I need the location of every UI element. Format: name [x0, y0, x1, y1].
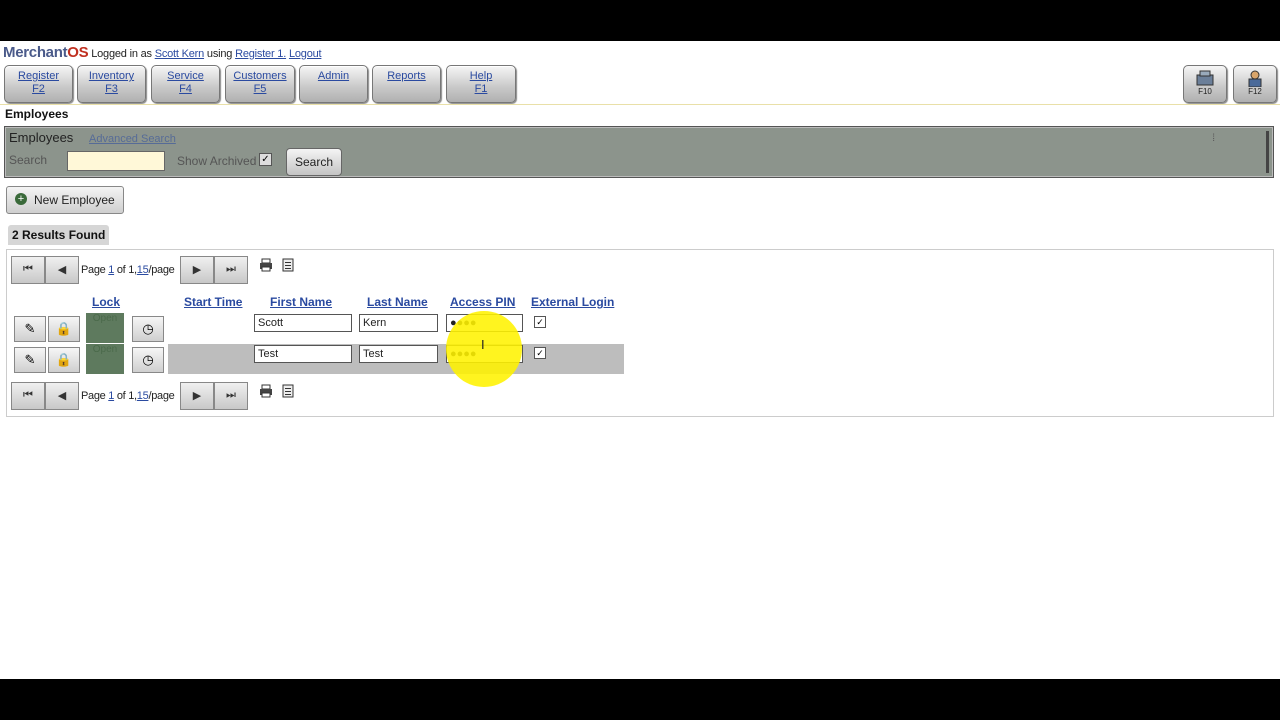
nav-admin-button[interactable]: Admin [299, 65, 368, 103]
print-icon[interactable] [259, 258, 273, 272]
prev-page-icon: ◀ [57, 264, 67, 276]
logged-in-label: Logged in as [91, 48, 152, 60]
first-page-icon: ⏮ [23, 263, 33, 275]
last-name-field[interactable]: Test [359, 345, 438, 363]
filter-panel: Employees Advanced Search Search Show Ar… [4, 126, 1274, 178]
archived-checkbox[interactable]: ✓ [259, 153, 272, 166]
edit-button[interactable]: ✎ [14, 347, 46, 373]
per-page-link[interactable]: 15 [137, 264, 149, 276]
user-shortcut-button[interactable]: F12 [1233, 65, 1277, 103]
clock-icon: ◷ [142, 321, 154, 336]
column-start-time[interactable]: Start Time [184, 295, 242, 309]
clock-icon: ◷ [142, 352, 154, 367]
panel-scrollbar[interactable] [1266, 131, 1269, 173]
lock-button[interactable]: 🔒 [48, 316, 80, 342]
register-link[interactable]: Register 1. [235, 48, 286, 60]
external-login-checkbox[interactable]: ✓ [534, 316, 546, 328]
logout-link[interactable]: Logout [289, 48, 322, 60]
first-page-button[interactable]: ⏮ [11, 256, 45, 284]
next-page-button[interactable]: ▶ [180, 382, 214, 410]
export-icon[interactable] [281, 258, 295, 272]
first-name-field[interactable]: Scott [254, 314, 352, 332]
column-access-pin[interactable]: Access PIN [450, 295, 515, 309]
prev-page-button[interactable]: ◀ [45, 382, 79, 410]
last-page-icon: ⏭ [226, 263, 236, 275]
column-first-name[interactable]: First Name [270, 295, 332, 309]
column-last-name[interactable]: Last Name [367, 295, 428, 309]
external-login-checkbox[interactable]: ✓ [534, 347, 546, 359]
nav-reports-button[interactable]: Reports [372, 65, 441, 103]
register-icon [1196, 70, 1214, 86]
add-icon: + [15, 193, 27, 205]
text-cursor-icon: I [481, 337, 485, 352]
page-info: Page 1 of 1,15/page [81, 264, 175, 276]
user-link[interactable]: Scott Kern [155, 48, 205, 60]
first-name-field[interactable]: Test [254, 345, 352, 363]
pager-top: ⏮ ◀ Page 1 of 1,15/page ▶ ⏭ [11, 256, 331, 284]
nav-inventory-button[interactable]: Inventory F3 [77, 65, 146, 103]
register-shortcut-button[interactable]: F10 [1183, 65, 1227, 103]
last-page-button[interactable]: ⏭ [214, 256, 248, 284]
lock-button[interactable]: 🔒 [48, 347, 80, 373]
advanced-search-link[interactable]: Advanced Search [89, 133, 176, 145]
lock-status: Open [86, 344, 124, 374]
pencil-icon: ✎ [24, 352, 36, 367]
nav-register-button[interactable]: Register F2 [4, 65, 73, 103]
page-title: Employees [5, 107, 69, 121]
page-info: Page 1 of 1,15/page [81, 390, 175, 402]
archived-label: Show Archived [177, 154, 257, 168]
search-input[interactable] [67, 151, 165, 171]
print-icon[interactable] [259, 384, 273, 398]
nav-help-button[interactable]: Help F1 [446, 65, 516, 103]
nav-customers-button[interactable]: Customers F5 [225, 65, 295, 103]
edit-button[interactable]: ✎ [14, 316, 46, 342]
lock-icon: 🔒 [55, 352, 73, 367]
first-page-icon: ⏮ [23, 389, 33, 401]
column-external-login[interactable]: External Login [531, 295, 614, 309]
search-label: Search [9, 153, 48, 167]
clock-button[interactable]: ◷ [132, 347, 164, 373]
last-name-field[interactable]: Kern [359, 314, 438, 332]
nav-service-button[interactable]: Service F4 [151, 65, 220, 103]
next-page-button[interactable]: ▶ [180, 256, 214, 284]
header-bar: MerchantOS Logged in as Scott Kern using… [3, 44, 322, 61]
pager-bottom: ⏮ ◀ Page 1 of 1,15/page ▶ ⏭ [11, 382, 331, 410]
prev-page-icon: ◀ [57, 390, 67, 402]
prev-page-button[interactable]: ◀ [45, 256, 79, 284]
app-screen: MerchantOS Logged in as Scott Kern using… [0, 41, 1280, 679]
header-divider [0, 104, 1280, 105]
new-employee-button[interactable]: + New Employee [6, 186, 124, 214]
last-page-icon: ⏭ [226, 389, 236, 401]
first-page-button[interactable]: ⏮ [11, 382, 45, 410]
panel-title: Employees [9, 130, 74, 145]
export-icon[interactable] [281, 384, 295, 398]
last-page-button[interactable]: ⏭ [214, 382, 248, 410]
next-page-icon: ▶ [192, 390, 202, 402]
column-lock[interactable]: Lock [92, 295, 120, 309]
next-page-icon: ▶ [192, 264, 202, 276]
lock-status: Open [86, 313, 124, 343]
per-page-link[interactable]: 15 [137, 390, 149, 402]
using-label: using [206, 48, 233, 60]
pencil-icon: ✎ [24, 321, 36, 336]
panel-resize-mark: ⁞ [1212, 133, 1215, 144]
results-count: 2 Results Found [8, 225, 110, 245]
brand-logo: MerchantOS [3, 44, 89, 61]
search-button[interactable]: Search [286, 148, 342, 176]
lock-icon: 🔒 [55, 321, 73, 336]
clock-button[interactable]: ◷ [132, 316, 164, 342]
user-icon [1248, 70, 1262, 87]
